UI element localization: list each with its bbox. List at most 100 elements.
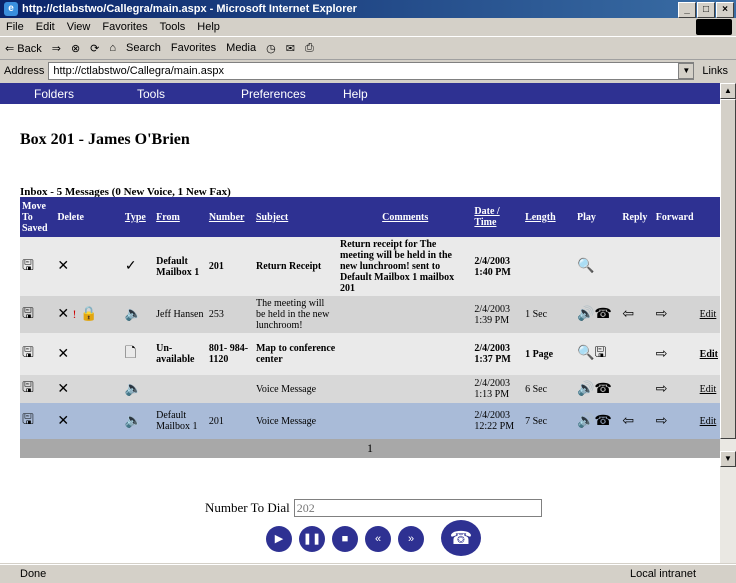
play-speaker-phone-icon[interactable]: 🔊☎ xyxy=(575,296,620,333)
minimize-button[interactable]: _ xyxy=(678,2,696,18)
forward-icon[interactable]: ⇨ xyxy=(654,375,698,403)
fast-forward-control-button[interactable]: » xyxy=(398,526,424,552)
subject-cell: Voice Message xyxy=(255,415,317,427)
forward-button[interactable]: ⇒ xyxy=(47,42,66,55)
nav-help[interactable]: Help xyxy=(343,87,368,101)
edit-link[interactable]: Edit xyxy=(698,333,720,375)
edit-link[interactable]: Edit xyxy=(698,403,720,439)
pause-control-button[interactable]: ❚❚ xyxy=(299,526,325,552)
search-button[interactable]: Search xyxy=(121,42,166,54)
windows-logo-icon xyxy=(696,19,732,35)
scroll-thumb[interactable] xyxy=(720,99,736,439)
voice-type-icon: 🔈 xyxy=(124,307,143,322)
forward-icon[interactable]: ⇨ xyxy=(654,403,698,439)
col-length[interactable]: Length xyxy=(523,197,575,237)
play-speaker-phone-icon[interactable]: 🔊☎ xyxy=(575,403,620,439)
length-cell: 6 Sec xyxy=(525,383,548,395)
favorites-button[interactable]: Favorites xyxy=(166,42,221,54)
menu-view[interactable]: View xyxy=(61,21,97,33)
table-row[interactable]: 🖫 ✕ ✓ Default Mailbox 1 201 Return Recei… xyxy=(20,237,720,296)
number-cell xyxy=(207,375,254,403)
col-from[interactable]: From xyxy=(154,197,207,237)
delete-icon[interactable]: ✕ xyxy=(55,403,123,439)
play-control-button[interactable]: ▶ xyxy=(266,526,292,552)
stop-icon[interactable]: ⊗ xyxy=(66,42,85,55)
scroll-down-icon[interactable]: ▼ xyxy=(720,451,736,467)
close-button[interactable]: × xyxy=(716,2,734,18)
address-label: Address xyxy=(4,65,45,77)
view-page-icon[interactable]: 🔍 xyxy=(575,237,620,296)
view-save-fax-icon[interactable]: 🔍🖫 xyxy=(575,333,620,375)
print-icon[interactable]: ⎙ xyxy=(300,42,319,55)
reply-icon[interactable]: ⇦ xyxy=(620,296,653,333)
voice-type-icon: 🔈 xyxy=(124,381,143,397)
col-edit xyxy=(697,197,720,237)
stop-control-button[interactable]: ■ xyxy=(332,526,358,552)
nav-bar: Folders Tools Preferences Help xyxy=(0,83,720,104)
col-play: Play xyxy=(575,197,621,237)
col-number[interactable]: Number xyxy=(206,197,254,237)
subject-cell: Return Receipt xyxy=(255,261,322,272)
edit-link[interactable]: Edit xyxy=(698,375,720,403)
menu-file[interactable]: File xyxy=(0,21,30,33)
play-speaker-phone-icon[interactable]: 🔊☎ xyxy=(575,375,620,403)
delete-icon[interactable]: ✕ xyxy=(55,333,123,375)
history-icon[interactable]: ◷ xyxy=(261,42,281,55)
menu-favorites[interactable]: Favorites xyxy=(96,21,153,33)
forward-icon[interactable]: ⇨ xyxy=(654,333,698,375)
nav-folders[interactable]: Folders xyxy=(34,87,74,101)
delete-icon[interactable]: ✕ ! 🔒 xyxy=(55,296,123,333)
edit-link[interactable]: Edit xyxy=(698,296,720,333)
table-row[interactable]: 🖫 ✕ 🗋 Un- available 801- 984- 1120 Map t… xyxy=(20,333,720,375)
number-cell: 201 xyxy=(208,261,224,272)
col-comments[interactable]: Comments xyxy=(338,197,473,237)
title-bar: e http://ctlabstwo/Callegra/main.aspx - … xyxy=(0,0,736,18)
voice-type-icon: 🔈 xyxy=(124,413,143,429)
address-input[interactable]: http://ctlabstwo/Callegra/main.aspx xyxy=(48,62,695,80)
menu-edit[interactable]: Edit xyxy=(30,21,61,33)
forward-icon[interactable]: ⇨ xyxy=(654,296,698,333)
comments-cell xyxy=(338,375,472,403)
nav-preferences[interactable]: Preferences xyxy=(241,87,306,101)
save-icon[interactable]: 🖫 xyxy=(20,296,55,333)
delete-icon[interactable]: ✕ xyxy=(55,375,123,403)
save-icon[interactable]: 🖫 xyxy=(20,403,55,439)
back-button[interactable]: ⇐ Back xyxy=(0,42,47,55)
address-dropdown-icon[interactable]: ▼ xyxy=(678,63,695,79)
dial-label: Number To Dial xyxy=(205,500,290,515)
date-cell: 2/4/2003 1:40 PM xyxy=(474,255,511,278)
table-row[interactable]: 🖫 ✕ 🔈 Voice Message 2/4/2003 1:13 PM 6 S… xyxy=(20,375,720,403)
table-row[interactable]: 🖫 ✕ ! 🔒 🔈 Jeff Hansen 253 The meeting wi… xyxy=(20,296,720,333)
nav-tools[interactable]: Tools xyxy=(137,87,165,101)
rewind-control-button[interactable]: « xyxy=(365,526,391,552)
page-number[interactable]: 1 xyxy=(20,439,720,458)
edit-link[interactable] xyxy=(698,237,720,296)
mail-icon[interactable]: ✉ xyxy=(281,42,300,55)
home-icon[interactable]: ⌂ xyxy=(104,42,121,54)
dial-input[interactable]: 202 xyxy=(293,499,542,517)
col-subject[interactable]: Subject xyxy=(253,197,338,237)
save-icon[interactable]: 🖫 xyxy=(20,375,55,403)
media-button[interactable]: Media xyxy=(221,42,261,54)
phone-dial-button[interactable]: ☎ xyxy=(441,520,481,556)
table-row-selected[interactable]: 🖫 ✕ 🔈 Default Mailbox 1 201 Voice Messag… xyxy=(20,403,720,439)
subject-cell: Map to conference center xyxy=(255,343,336,365)
menu-bar: File Edit View Favorites Tools Help xyxy=(0,18,736,37)
col-forward: Forward xyxy=(653,197,698,237)
save-icon[interactable]: 🖫 xyxy=(20,333,55,375)
refresh-icon[interactable]: ⟳ xyxy=(85,42,104,55)
vertical-scrollbar[interactable]: ▲ ▼ xyxy=(720,83,736,563)
subject-cell: Voice Message xyxy=(255,383,317,395)
col-date[interactable]: Date / Time xyxy=(472,197,524,237)
delete-icon[interactable]: ✕ xyxy=(55,237,123,296)
reply-icon[interactable]: ⇦ xyxy=(620,403,653,439)
length-cell: 7 Sec xyxy=(525,415,548,427)
scroll-up-icon[interactable]: ▲ xyxy=(720,83,736,99)
maximize-button[interactable]: □ xyxy=(697,2,715,18)
links-button[interactable]: Links xyxy=(694,65,728,77)
col-type[interactable]: Type xyxy=(122,197,155,237)
menu-tools[interactable]: Tools xyxy=(154,21,192,33)
length-cell: 1 Sec xyxy=(525,309,548,320)
menu-help[interactable]: Help xyxy=(191,21,226,33)
save-icon[interactable]: 🖫 xyxy=(20,237,55,296)
